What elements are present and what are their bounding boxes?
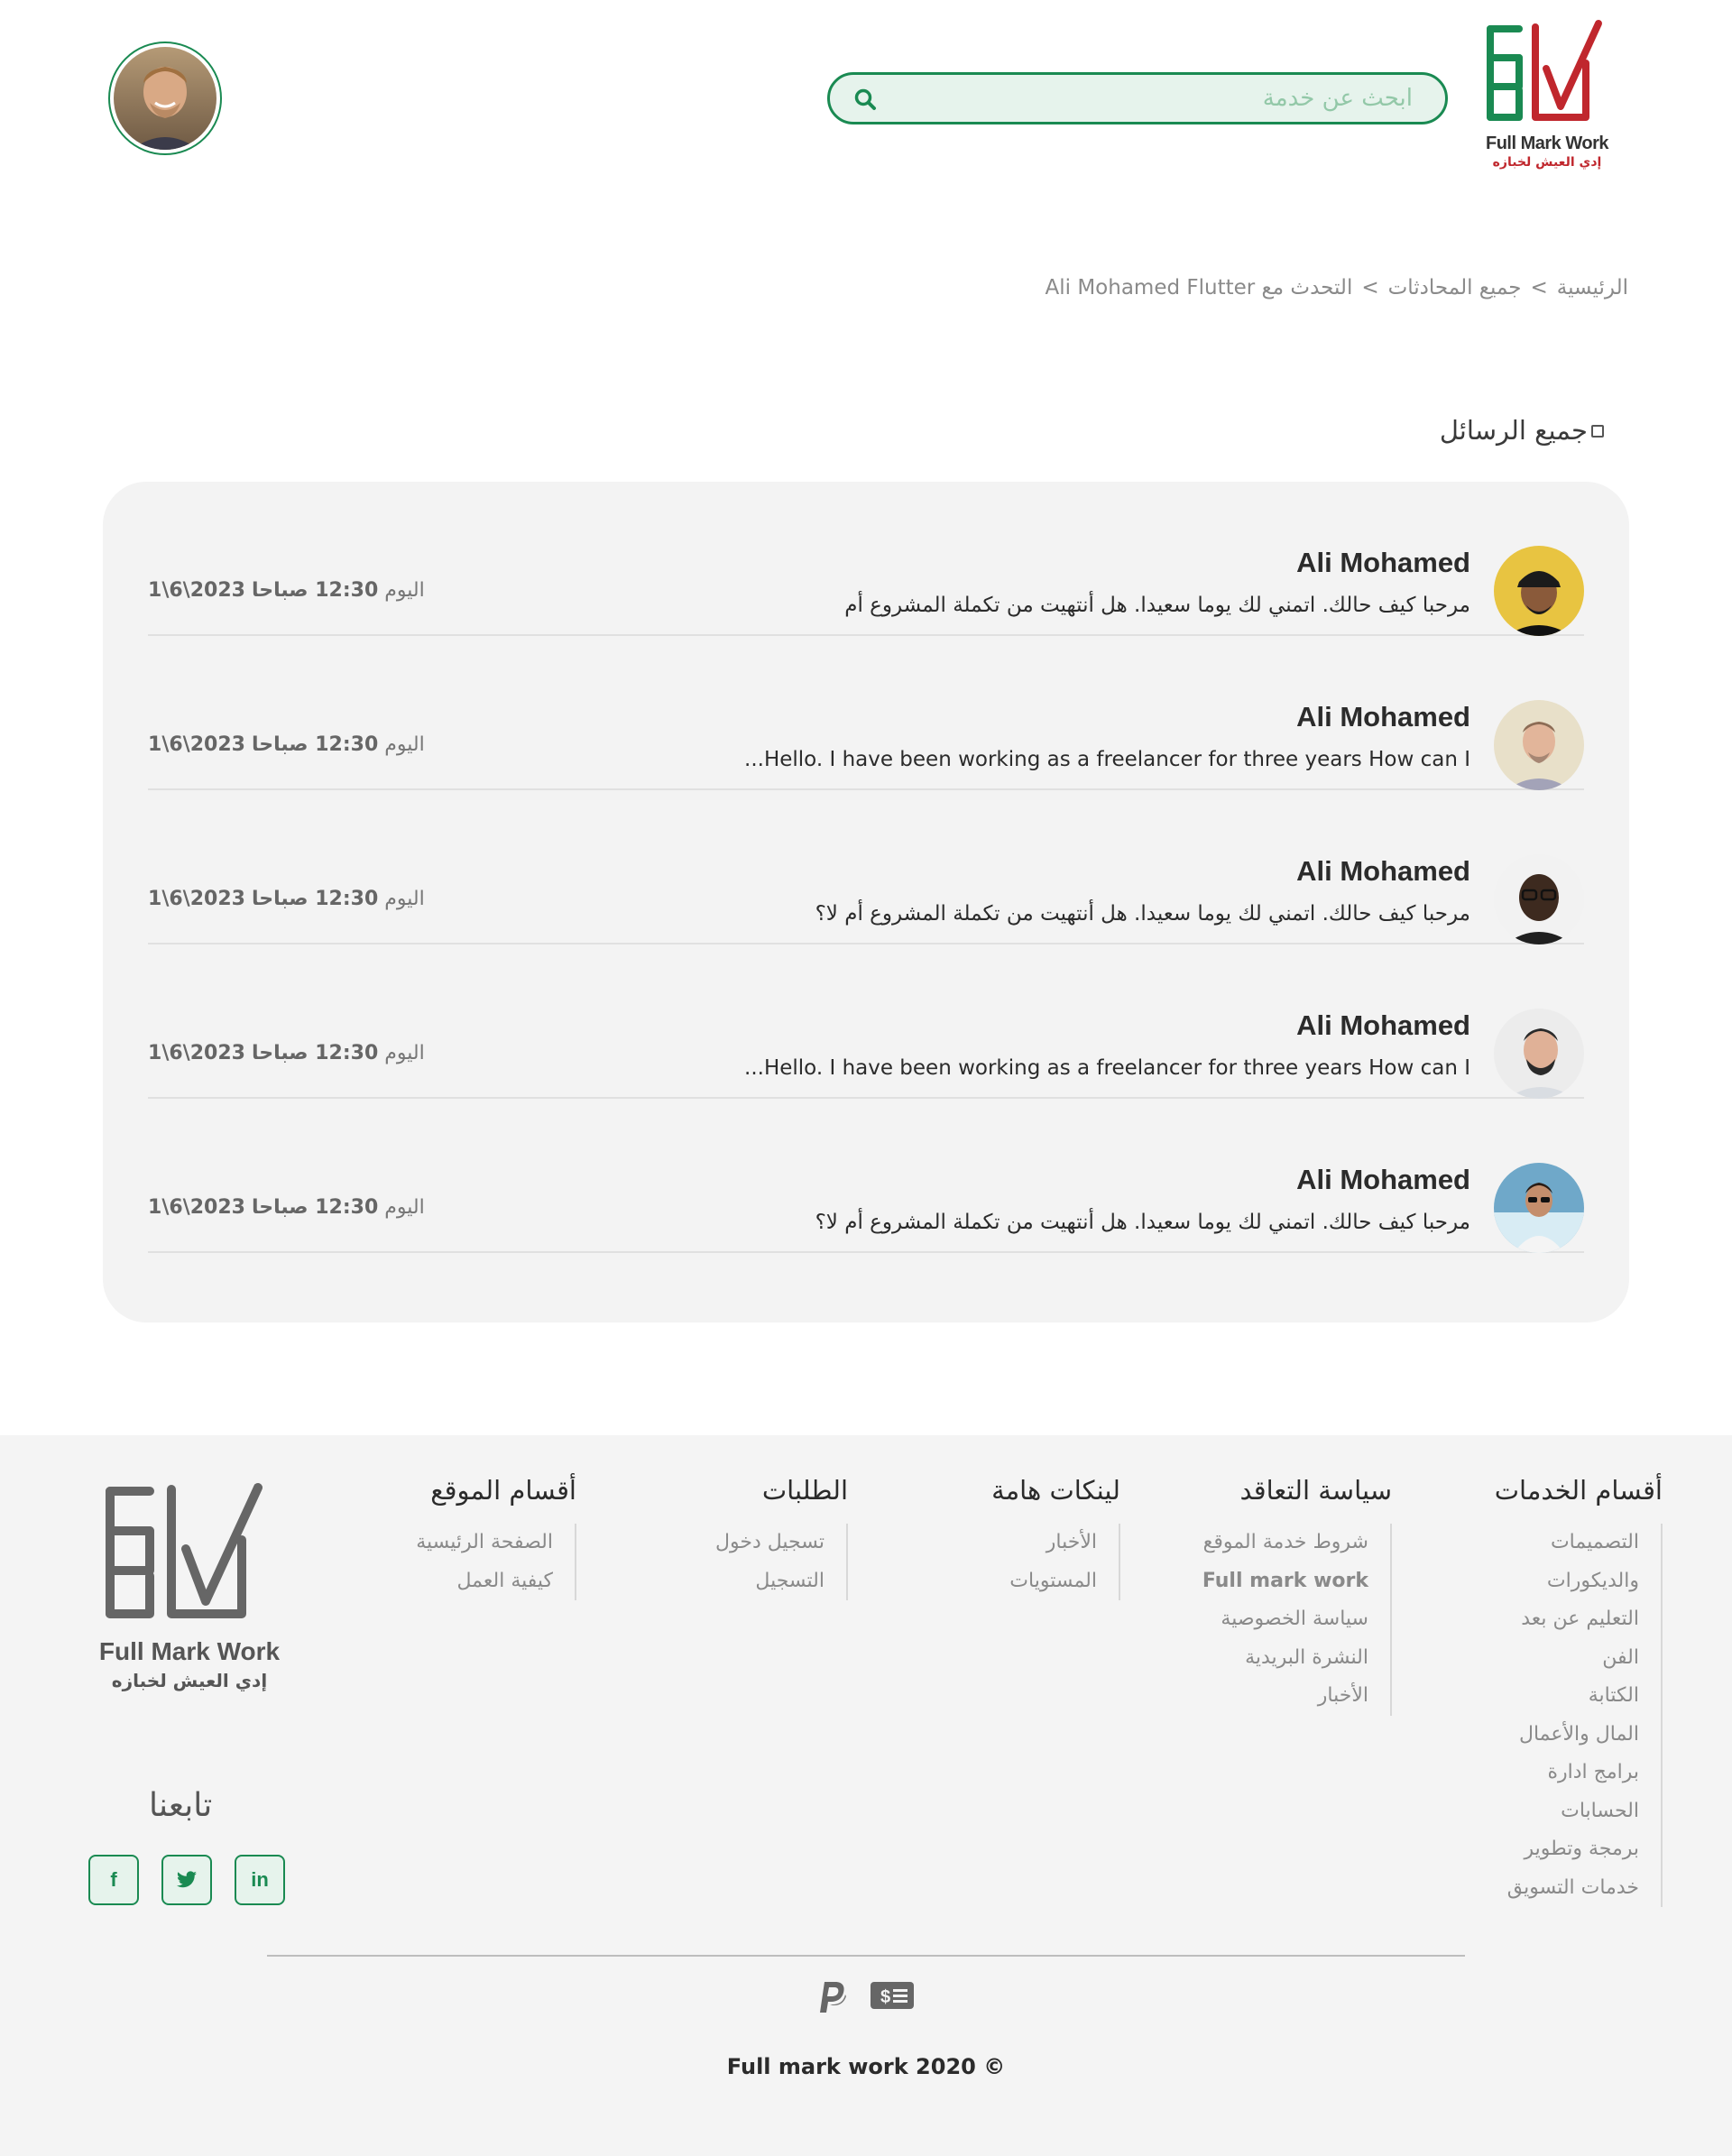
message-item[interactable]: Ali Mohamed مرحبا كيف حالك. اتمني لك يوم…: [148, 1099, 1584, 1253]
page-title: جميع الرسائل: [1439, 415, 1588, 446]
footer-col-services: أقسام الخدمات التصميمات والديكورات التعل…: [1495, 1475, 1663, 1907]
footer-link[interactable]: تسجيل دخول: [715, 1524, 825, 1562]
footer-col-title: الطلبات: [761, 1475, 848, 1506]
message-preview: Hello. I have been working as a freelanc…: [744, 748, 1470, 771]
breadcrumb: الرئيسية > جميع المحادثات > التحدث مع Ali Mo…: [1046, 276, 1628, 299]
avatar: [1494, 1163, 1584, 1253]
breadcrumb-all-chats[interactable]: جميع المحادثات: [1388, 276, 1522, 299]
sender-name: Ali Mohamed: [1296, 1164, 1470, 1195]
cash-icon: $: [871, 1982, 914, 2009]
footer-link[interactable]: شروط خدمة الموقع: [1202, 1524, 1368, 1562]
footer-link[interactable]: المال والأعمال: [1495, 1716, 1639, 1755]
site-footer: أقسام الخدمات التصميمات والديكورات التعل…: [0, 1435, 1732, 2156]
logo-text-en: Full Mark Work: [1486, 134, 1609, 153]
message-time: اليوم 12:30 صباحا 2023\6\1: [148, 888, 425, 910]
footer-col-title: أقسام الموقع: [430, 1475, 576, 1506]
site-logo[interactable]: Full Mark Work إدي العيش لخبازه: [1479, 18, 1615, 180]
message-preview: مرحبا كيف حالك. اتمني لك يوما سعيدا. هل …: [844, 594, 1470, 617]
footer-col-title: أقسام الخدمات: [1494, 1475, 1663, 1506]
footer-link[interactable]: الأخبار: [991, 1524, 1097, 1562]
breadcrumb-separator: >: [1530, 276, 1548, 299]
footer-link[interactable]: والديكورات: [1495, 1562, 1639, 1601]
follow-us-title: تابعنا: [149, 1787, 213, 1824]
footer-col-title: سياسة التعاقد: [1239, 1475, 1392, 1506]
footer-link[interactable]: الصفحة الرئيسية: [416, 1524, 553, 1562]
svg-text:$: $: [880, 1987, 890, 2007]
search-input[interactable]: [884, 75, 1416, 122]
avatar: [1494, 1009, 1584, 1099]
footer-logo-text-ar: إدي العيش لخبازه: [111, 1670, 268, 1691]
footer-col-site-sections: أقسام الموقع الصفحة الرئيسية كيفية العمل: [416, 1475, 576, 1600]
footer-divider: [267, 1955, 1465, 1957]
footer-col-important-links: لينكات هامة الأخبار المستويات: [991, 1475, 1120, 1600]
sender-name: Ali Mohamed: [1296, 855, 1470, 887]
footer-link[interactable]: خدمات التسويق: [1495, 1869, 1639, 1908]
avatar: [1494, 546, 1584, 636]
footer-link[interactable]: التسجيل: [715, 1562, 825, 1601]
messages-list: Ali Mohamed مرحبا كيف حالك. اتمني لك يوم…: [103, 482, 1629, 1322]
footer-link[interactable]: برمجة وتطوير: [1495, 1830, 1639, 1869]
message-preview: مرحبا كيف حالك. اتمني لك يوما سعيدا. هل …: [815, 902, 1470, 926]
footer-link[interactable]: Full mark work: [1202, 1562, 1368, 1601]
message-time: اليوم 12:30 صباحا 2023\6\1: [148, 1042, 425, 1064]
search-icon[interactable]: [853, 88, 877, 111]
footer-logo[interactable]: Full Mark Work إدي العيش لخبازه: [90, 1479, 289, 1713]
avatar: [1494, 700, 1584, 790]
search-bar: [827, 72, 1448, 124]
message-item[interactable]: Ali Mohamed مرحبا كيف حالك. اتمني لك يوم…: [148, 482, 1584, 636]
message-time: اليوم 12:30 صباحا 2023\6\1: [148, 1196, 425, 1219]
footer-col-requests: الطلبات تسجيل دخول التسجيل: [715, 1475, 848, 1600]
footer-link[interactable]: التعليم عن بعد: [1495, 1600, 1639, 1639]
logo-text-ar: إدي العيش لخبازه: [1492, 155, 1602, 170]
footer-col-contract-policy: سياسة التعاقد شروط خدمة الموقع Full mark…: [1202, 1475, 1392, 1716]
message-item[interactable]: Ali Mohamed Hello. I have been working a…: [148, 944, 1584, 1099]
avatar: [1494, 854, 1584, 944]
copyright: Full mark work 2020 ©: [726, 2054, 1006, 2079]
sender-name: Ali Mohamed: [1296, 547, 1470, 578]
footer-link[interactable]: كيفية العمل: [416, 1562, 553, 1601]
select-all-checkbox[interactable]: [1591, 425, 1604, 438]
footer-link[interactable]: النشرة البريدية: [1202, 1639, 1368, 1678]
footer-link[interactable]: الأخبار: [1202, 1677, 1368, 1716]
site-header: Full Mark Work إدي العيش لخبازه: [0, 0, 1732, 207]
footer-logo-text-en: Full Mark Work: [98, 1637, 281, 1665]
footer-link[interactable]: المستويات: [991, 1562, 1097, 1601]
footer-link[interactable]: الكتابة: [1495, 1677, 1639, 1716]
breadcrumb-current: التحدث مع Ali Mohamed Flutter: [1045, 276, 1353, 299]
footer-link[interactable]: برامج ادارة: [1495, 1754, 1639, 1792]
paypal-icon: [820, 1982, 846, 2013]
user-avatar-image: [114, 47, 216, 150]
message-item[interactable]: Ali Mohamed مرحبا كيف حالك. اتمني لك يوم…: [148, 790, 1584, 944]
footer-link[interactable]: التصميمات: [1495, 1524, 1639, 1562]
logo-mark-icon: [106, 1483, 263, 1618]
logo-mark-icon: [1487, 20, 1602, 121]
message-item[interactable]: Ali Mohamed Hello. I have been working a…: [148, 636, 1584, 790]
user-avatar[interactable]: [108, 41, 222, 155]
breadcrumb-home[interactable]: الرئيسية: [1557, 276, 1628, 299]
footer-link[interactable]: الحسابات: [1495, 1792, 1639, 1831]
footer-link[interactable]: الفن: [1495, 1639, 1639, 1678]
twitter-icon[interactable]: [161, 1855, 212, 1905]
facebook-icon[interactable]: f: [88, 1855, 139, 1905]
sender-name: Ali Mohamed: [1296, 1009, 1470, 1041]
message-time: اليوم 12:30 صباحا 2023\6\1: [148, 733, 425, 756]
linkedin-icon[interactable]: in: [235, 1855, 285, 1905]
breadcrumb-separator: >: [1361, 276, 1379, 299]
message-preview: Hello. I have been working as a freelanc…: [744, 1056, 1470, 1080]
sender-name: Ali Mohamed: [1296, 701, 1470, 732]
footer-col-title: لينكات هامة: [991, 1475, 1120, 1506]
footer-link[interactable]: سياسة الخصوصية: [1202, 1600, 1368, 1639]
message-time: اليوم 12:30 صباحا 2023\6\1: [148, 579, 425, 602]
message-preview: مرحبا كيف حالك. اتمني لك يوما سعيدا. هل …: [815, 1211, 1470, 1234]
